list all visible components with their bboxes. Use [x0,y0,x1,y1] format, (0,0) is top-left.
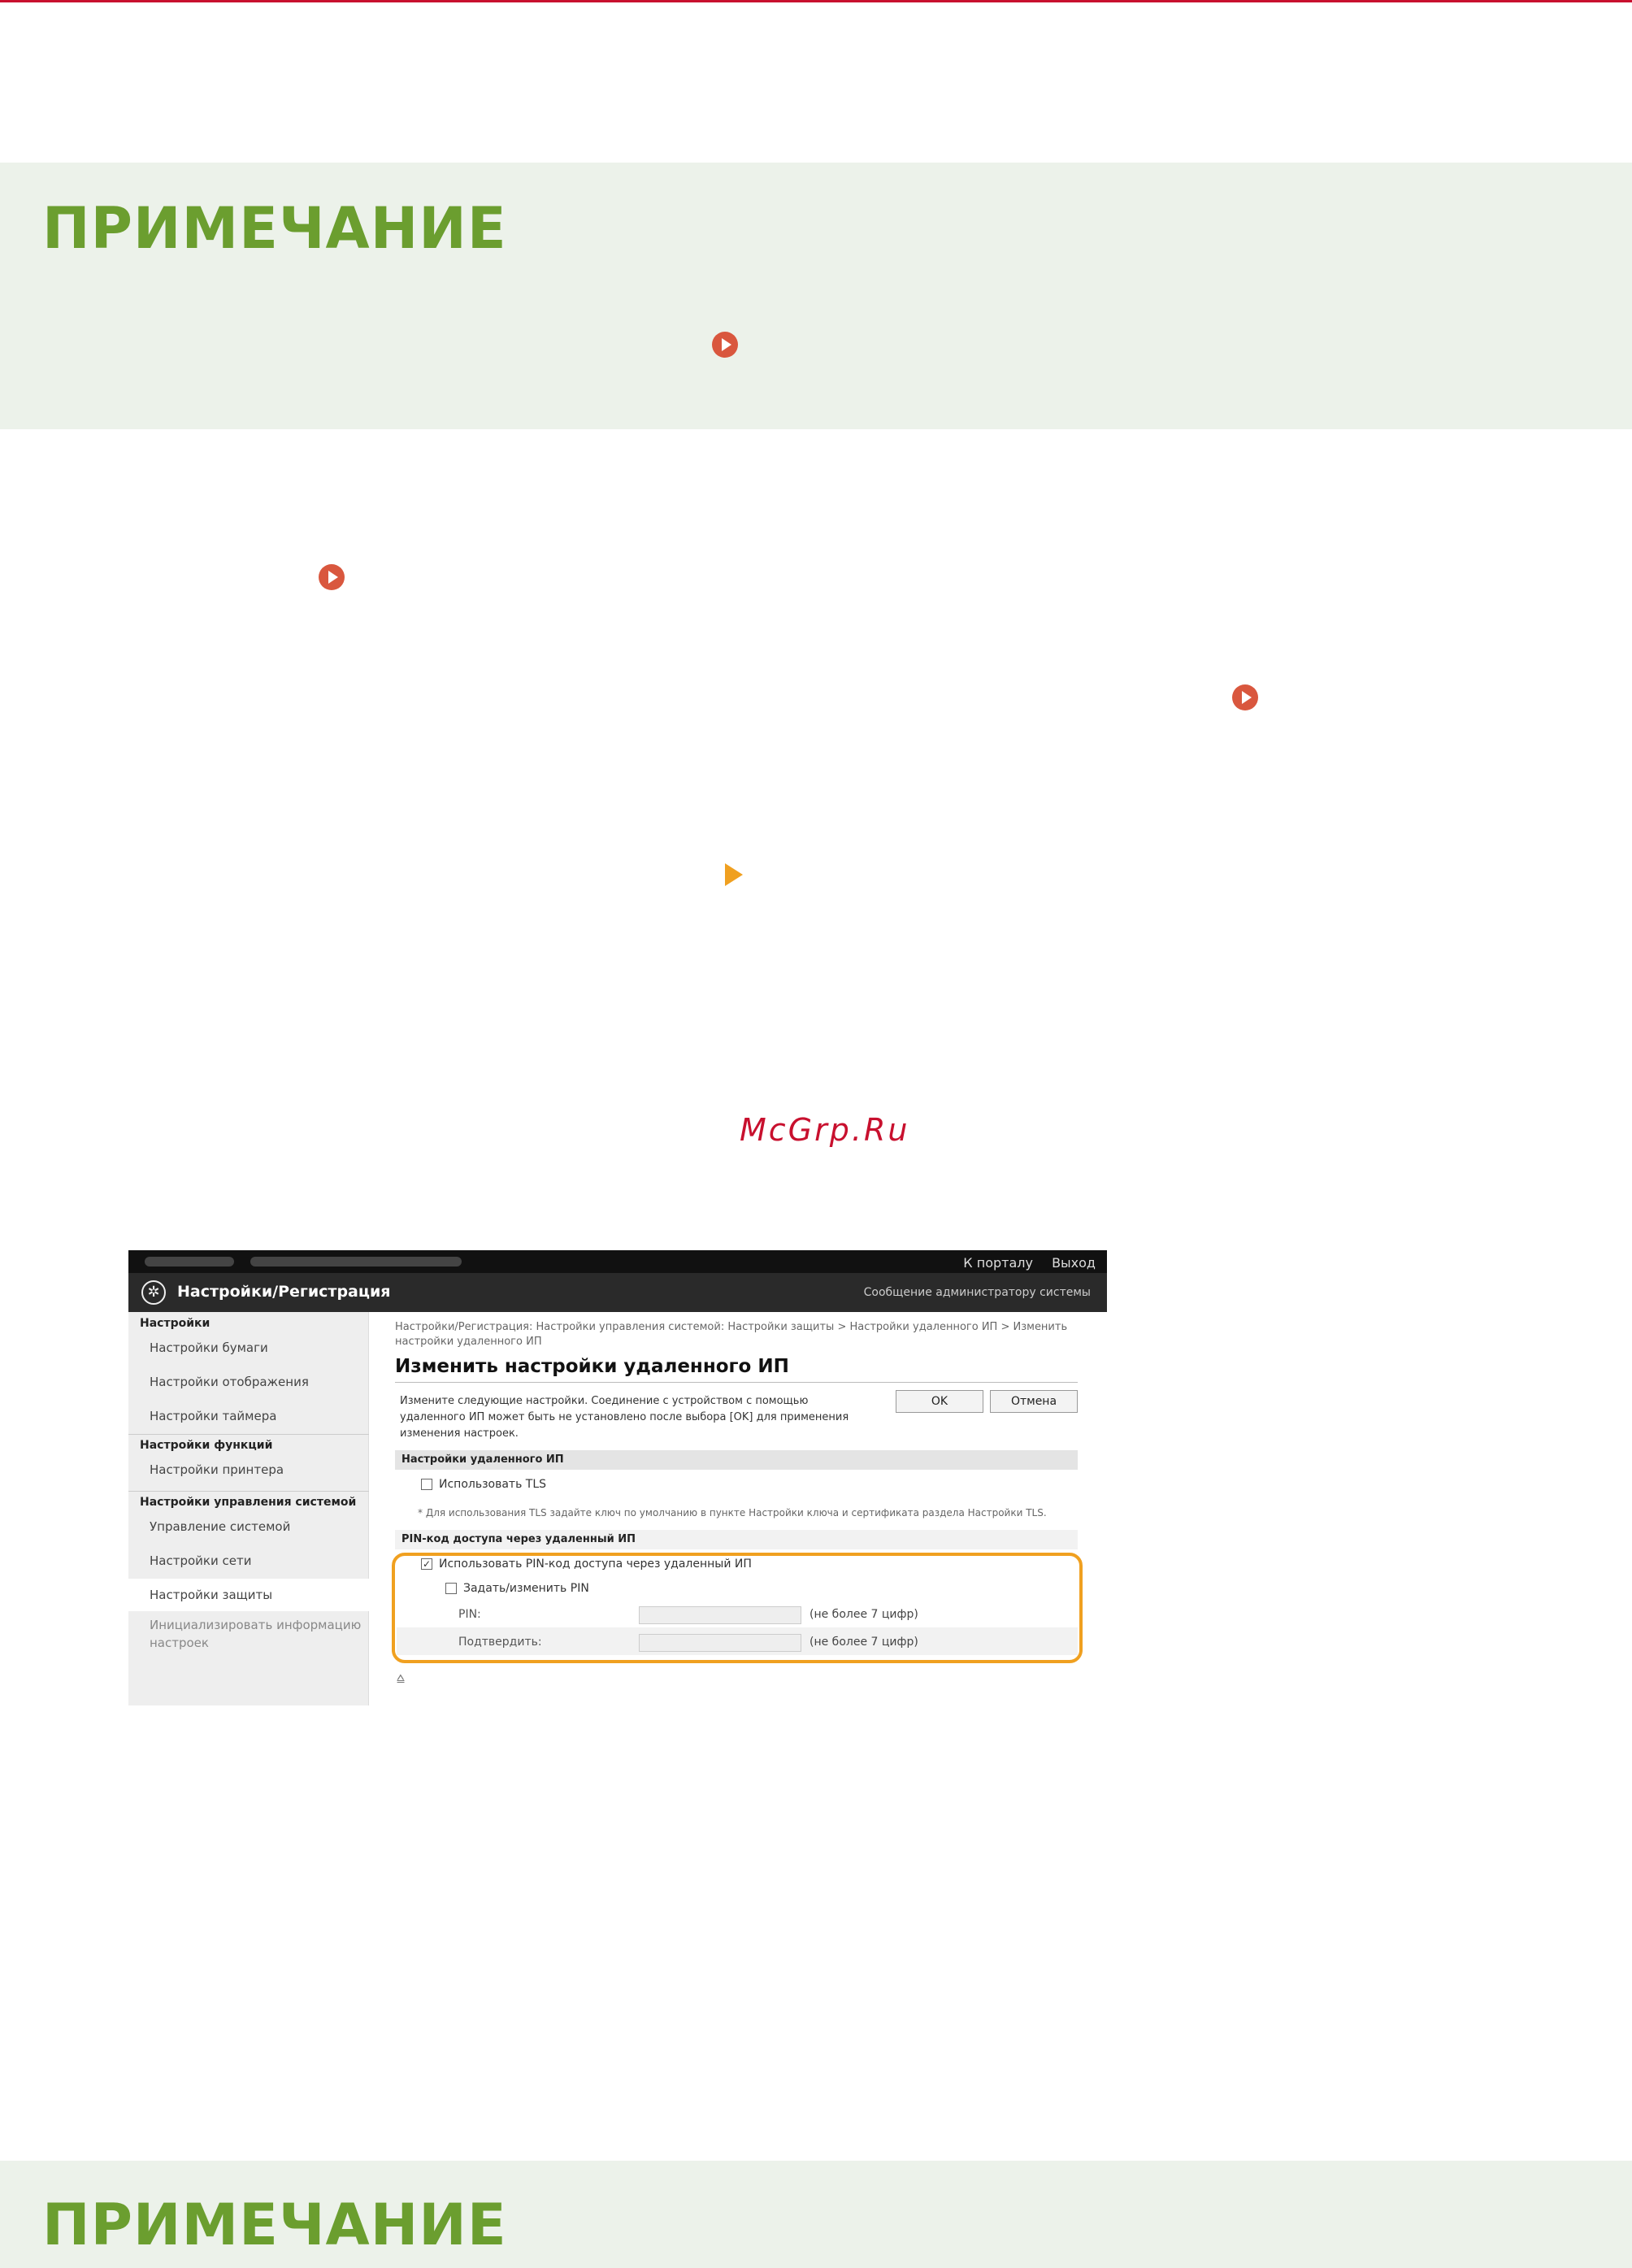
top-rule [0,0,1632,2]
scroll-top-icon[interactable]: ⩠ [397,1670,405,1686]
sidebar-item-initialize[interactable]: Инициализировать информацию настроек [128,1613,369,1658]
top-bar: К порталу Выход [128,1250,1107,1273]
title-divider [395,1382,1078,1383]
settings-gear-icon: ✲ [141,1280,166,1305]
note-box: ПРИМЕЧАНИЕ [0,2161,1632,2268]
admin-message-link[interactable]: Сообщение администратору системы [864,1286,1091,1299]
link-arrow-icon[interactable] [319,564,345,590]
page-description: Измените следующие настройки. Соединение… [400,1395,849,1440]
sidebar-item-paper[interactable]: Настройки бумаги [128,1332,369,1364]
use-tls-checkbox[interactable] [421,1479,432,1490]
top-links: К порталу Выход [948,1255,1096,1271]
sidebar-section-settings: Настройки [140,1317,211,1330]
sidebar-item-printer[interactable]: Настройки принтера [128,1453,369,1486]
ok-button[interactable]: OK [896,1390,983,1413]
note-title: ПРИМЕЧАНИЕ [42,195,507,262]
breadcrumb: Настройки/Регистрация: Настройки управле… [395,1321,1068,1348]
blurred-device-address [250,1257,462,1267]
step-arrow-icon [725,863,743,886]
portal-link[interactable]: К порталу [963,1255,1033,1271]
note-title: ПРИМЕЧАНИЕ [42,2192,507,2258]
cancel-button[interactable]: Отмена [990,1390,1078,1413]
sidebar-item-security[interactable]: Настройки защиты [128,1579,369,1611]
sidebar-section-functions: Настройки функций [140,1439,273,1452]
section-pin: PIN-код доступа через удаленный ИП [395,1530,1078,1549]
sidebar-section-system: Настройки управления системой [140,1496,357,1509]
sidebar: Настройки Настройки бумаги Настройки ото… [128,1312,369,1705]
page-title: Изменить настройки удаленного ИП [395,1356,789,1377]
header-bar: ✲ Настройки/Регистрация Сообщение админи… [128,1273,1107,1312]
tls-note: * Для использования TLS задайте ключ по … [418,1507,1047,1519]
sidebar-item-network[interactable]: Настройки сети [128,1545,369,1577]
sidebar-item-system-management[interactable]: Управление системой [128,1510,369,1543]
ui-screenshot: К порталу Выход ✲ Настройки/Регистрация … [128,1250,1107,1705]
link-arrow-icon[interactable] [712,332,738,358]
use-tls-row[interactable]: Использовать TLS [421,1478,546,1491]
highlight-frame [392,1553,1083,1663]
header-title: Настройки/Регистрация [177,1283,391,1301]
note-box: ПРИМЕЧАНИЕ [0,163,1632,429]
sidebar-divider [128,1491,369,1492]
section-remote-ui: Настройки удаленного ИП [395,1450,1078,1470]
watermark: McGrp.Ru [740,1112,910,1148]
logout-link[interactable]: Выход [1052,1255,1096,1271]
sidebar-item-timer[interactable]: Настройки таймера [128,1400,369,1432]
blurred-device-name [145,1257,234,1267]
sidebar-item-display[interactable]: Настройки отображения [128,1366,369,1398]
use-tls-label: Использовать TLS [439,1478,547,1491]
link-arrow-icon[interactable] [1232,684,1258,710]
sidebar-divider [128,1434,369,1435]
